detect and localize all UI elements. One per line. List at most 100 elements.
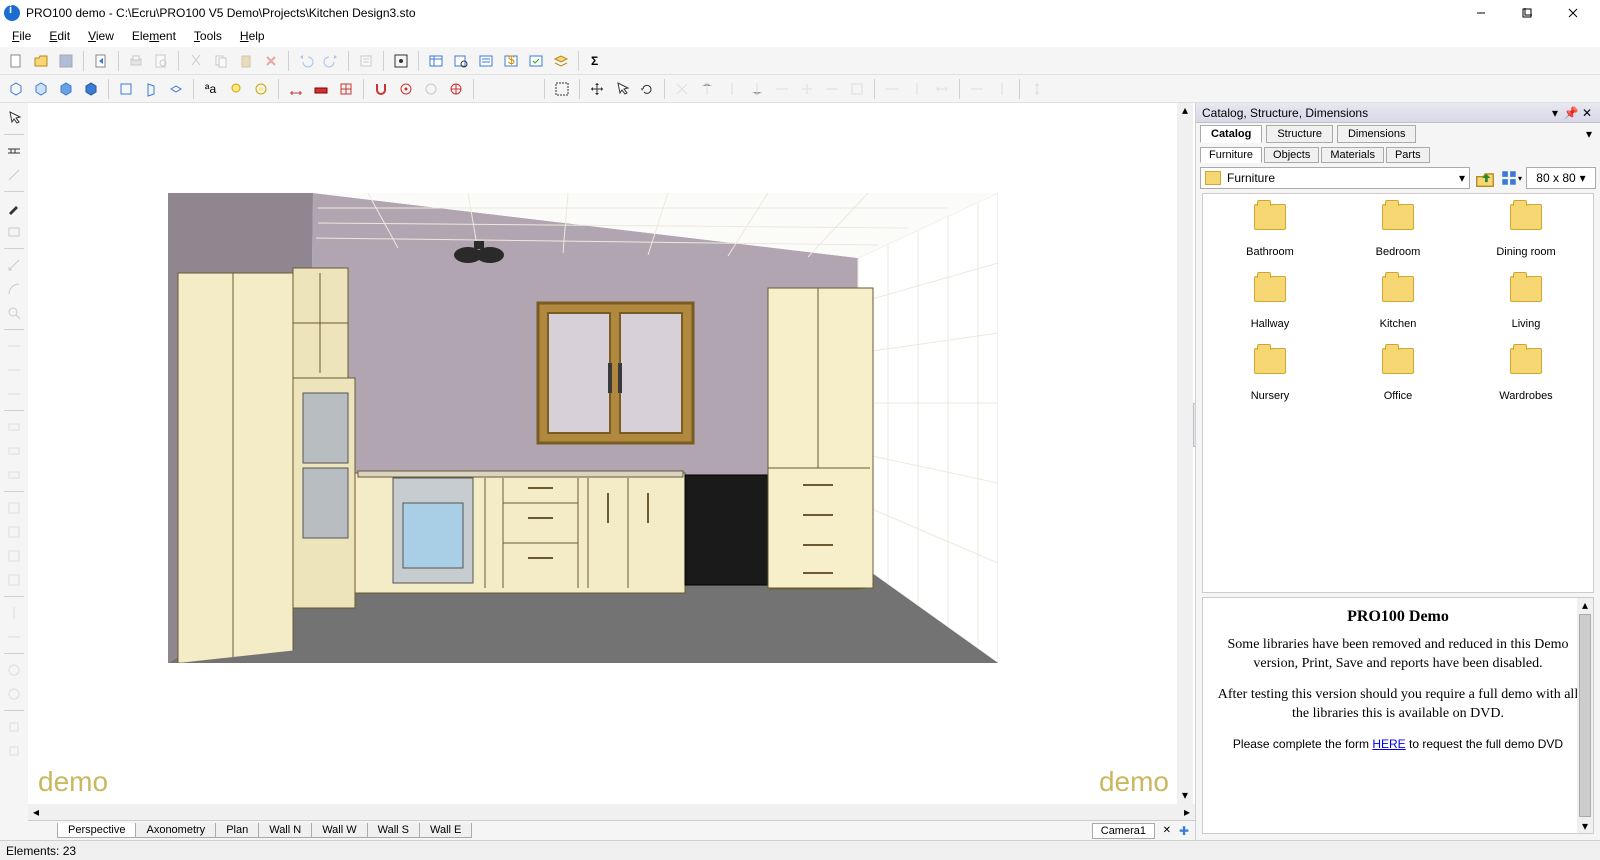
eyedropper-tool-icon[interactable]	[3, 197, 25, 219]
menu-view[interactable]: View	[80, 27, 122, 45]
close-button[interactable]	[1550, 0, 1596, 25]
catalog-folder-wardrobes[interactable]: Wardrobes	[1465, 348, 1587, 402]
viewport-3d[interactable]: demo demo ▴ ▾	[28, 103, 1195, 804]
v-scrollbar[interactable]: ▴ ▾	[1177, 103, 1193, 804]
t9-icon[interactable]	[3, 545, 25, 567]
h-scrollbar[interactable]: ◂▸	[28, 804, 1195, 820]
report-cost-icon[interactable]: $	[499, 49, 523, 73]
add-view-icon[interactable]: ✚	[1179, 824, 1189, 838]
report-list-icon[interactable]	[474, 49, 498, 73]
view-solid-icon[interactable]	[54, 77, 78, 101]
undo-icon[interactable]	[294, 49, 318, 73]
cursor-tool-icon[interactable]	[610, 77, 634, 101]
delete-icon[interactable]	[259, 49, 283, 73]
t4-icon[interactable]	[3, 416, 25, 438]
redo-icon[interactable]	[319, 49, 343, 73]
catalog-folder-living[interactable]: Living	[1465, 276, 1587, 330]
panel-tab-structure[interactable]: Structure	[1266, 125, 1333, 143]
paste-icon[interactable]	[234, 49, 258, 73]
light-spot-icon[interactable]	[249, 77, 273, 101]
thumbnail-size-select[interactable]: 80 x 80▾	[1526, 167, 1596, 189]
view-wireframe-icon[interactable]	[4, 77, 28, 101]
arc-tool-icon[interactable]	[3, 278, 25, 300]
zoom-tool-icon[interactable]	[3, 302, 25, 324]
rotate-tool-icon[interactable]	[635, 77, 659, 101]
dimension-bed-icon[interactable]	[309, 77, 333, 101]
panel-dropdown-icon[interactable]: ▾	[1548, 106, 1562, 120]
catalog-folder-bedroom[interactable]: Bedroom	[1337, 204, 1459, 258]
subtab-materials[interactable]: Materials	[1321, 147, 1384, 163]
view-hidden-icon[interactable]	[29, 77, 53, 101]
report-table-icon[interactable]	[424, 49, 448, 73]
view-front-icon[interactable]	[114, 77, 138, 101]
catalog-folder-nursery[interactable]: Nursery	[1209, 348, 1331, 402]
snap-endpoint-icon[interactable]	[394, 77, 418, 101]
panel-tab-catalog[interactable]: Catalog	[1200, 125, 1262, 143]
subtab-furniture[interactable]: Furniture	[1200, 147, 1262, 163]
sigma-icon[interactable]: Σ	[584, 49, 608, 73]
view-tab-perspective[interactable]: Perspective	[57, 823, 136, 838]
properties-icon[interactable]	[354, 49, 378, 73]
folder-select[interactable]: Furniture ▾	[1200, 167, 1470, 189]
panel-tab-dimensions[interactable]: Dimensions	[1337, 125, 1416, 143]
t14-icon[interactable]	[3, 683, 25, 705]
folder-up-icon[interactable]	[1474, 167, 1496, 189]
minimize-button[interactable]	[1458, 0, 1504, 25]
measure-tool-icon[interactable]	[3, 254, 25, 276]
view-top-icon[interactable]	[164, 77, 188, 101]
select-all-icon[interactable]	[550, 77, 574, 101]
report-layers-icon[interactable]	[549, 49, 573, 73]
catalog-folder-kitchen[interactable]: Kitchen	[1337, 276, 1459, 330]
print-preview-icon[interactable]	[149, 49, 173, 73]
view-tab-wall-n[interactable]: Wall N	[258, 823, 312, 838]
cut-icon[interactable]	[184, 49, 208, 73]
view-shaded-icon[interactable]	[79, 77, 103, 101]
maximize-button[interactable]	[1504, 0, 1550, 25]
menu-tools[interactable]: Tools	[186, 27, 230, 45]
panel-pin-icon[interactable]: 📌	[1564, 106, 1578, 120]
dimension-hv-icon[interactable]	[284, 77, 308, 101]
snap-magnet-icon[interactable]	[369, 77, 393, 101]
t10-icon[interactable]	[3, 569, 25, 591]
t7-icon[interactable]	[3, 497, 25, 519]
view-tab-wall-e[interactable]: Wall E	[419, 823, 472, 838]
catalog-folder-dining-room[interactable]: Dining room	[1465, 204, 1587, 258]
demo-link[interactable]: HERE	[1372, 737, 1405, 751]
t6-icon[interactable]	[3, 464, 25, 486]
t16-icon[interactable]	[3, 740, 25, 762]
export-icon[interactable]	[89, 49, 113, 73]
save-file-icon[interactable]	[54, 49, 78, 73]
camera-close-icon[interactable]: ✕	[1163, 825, 1171, 836]
t2-icon[interactable]	[3, 359, 25, 381]
panel-tabs-dropdown-icon[interactable]: ▾	[1582, 127, 1596, 141]
new-file-icon[interactable]	[4, 49, 28, 73]
focus-icon[interactable]	[389, 49, 413, 73]
subtab-parts[interactable]: Parts	[1386, 147, 1430, 163]
wall-tool-icon[interactable]	[3, 140, 25, 162]
view-tab-plan[interactable]: Plan	[215, 823, 259, 838]
copy-icon[interactable]	[209, 49, 233, 73]
grid-icon[interactable]	[334, 77, 358, 101]
view-side-icon[interactable]	[139, 77, 163, 101]
catalog-folder-office[interactable]: Office	[1337, 348, 1459, 402]
panel-collapse-grip[interactable]	[1193, 403, 1195, 447]
catalog-folder-hallway[interactable]: Hallway	[1209, 276, 1331, 330]
menu-help[interactable]: Help	[232, 27, 273, 45]
t13-icon[interactable]	[3, 659, 25, 681]
t1-icon[interactable]	[3, 335, 25, 357]
subtab-objects[interactable]: Objects	[1264, 147, 1319, 163]
t12-icon[interactable]	[3, 626, 25, 648]
demo-scrollbar[interactable]: ▴▾	[1577, 598, 1593, 833]
report-check-icon[interactable]	[524, 49, 548, 73]
move-tool-icon[interactable]	[585, 77, 609, 101]
print-icon[interactable]	[124, 49, 148, 73]
t15-icon[interactable]	[3, 716, 25, 738]
t8-icon[interactable]	[3, 521, 25, 543]
camera-tab[interactable]: Camera1	[1092, 823, 1155, 839]
view-tab-wall-s[interactable]: Wall S	[367, 823, 420, 838]
thumbnail-view-icon[interactable]: ▾	[1500, 167, 1522, 189]
pointer-tool-icon[interactable]	[3, 107, 25, 129]
report-zoom-icon[interactable]	[449, 49, 473, 73]
t3-icon[interactable]	[3, 383, 25, 405]
snap-center-icon[interactable]	[419, 77, 443, 101]
